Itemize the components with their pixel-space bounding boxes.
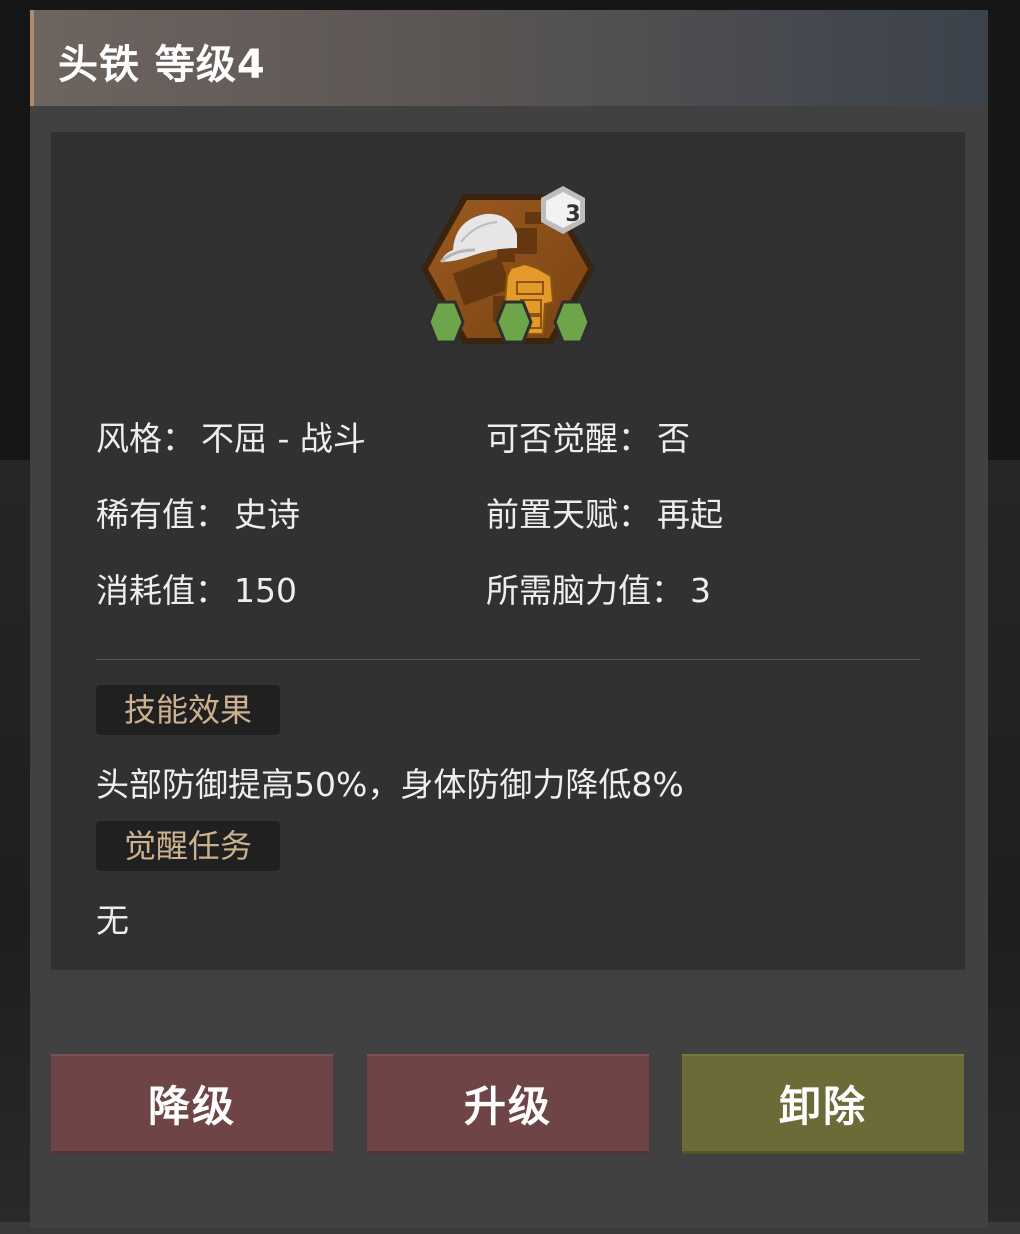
stats-divider — [96, 659, 920, 660]
stat-rarity-value: 史诗 — [234, 495, 300, 534]
stat-awaken: 可否觉醒：否 — [486, 412, 690, 460]
stat-awaken-value: 否 — [657, 419, 690, 458]
awaken-task-tag: 觉醒任务 — [96, 821, 280, 871]
stat-rarity: 稀有值： 史诗 — [96, 488, 300, 536]
downgrade-button[interactable]: 降级 — [51, 1054, 333, 1154]
stat-cost: 消耗值： 150 — [96, 564, 297, 612]
stat-rarity-label: 稀有值： — [96, 495, 228, 534]
stat-prereq-value: 再起 — [657, 495, 723, 534]
stat-prereq: 前置天赋： 再起 — [486, 488, 723, 536]
effect-text: 头部防御提高50%，身体防御力降低8% — [96, 765, 684, 804]
stat-cost-label: 消耗值： — [96, 571, 228, 610]
stat-brain-label: 所需脑力值： — [486, 571, 684, 610]
talent-card: 3 风格： 不屈 - 战斗 可否觉醒：否 稀有值： 史诗 前置天赋： 再起 消耗值： 1… — [51, 132, 965, 970]
stat-brain: 所需脑力值： 3 — [486, 564, 711, 612]
stat-style-label: 风格： — [96, 419, 195, 458]
talent-detail-modal: 头铁 等级4 3 风格： 不屈 - 战斗 可否觉醒： 否 稀有值： 史诗 前置天… — [30, 10, 988, 1228]
remove-button[interactable]: 卸除 — [682, 1054, 964, 1154]
stat-style-value: 不屈 - 战斗 — [201, 419, 366, 458]
upgrade-button[interactable]: 升级 — [367, 1054, 649, 1154]
awaken-task-text: 无 — [96, 901, 129, 940]
modal-header: 头铁 等级4 — [30, 10, 988, 106]
modal-title: 头铁 等级4 — [58, 42, 266, 88]
stat-awaken-label: 可否觉醒： — [486, 419, 651, 458]
stat-brain-value: 3 — [690, 571, 711, 610]
level-badge: 3 — [565, 202, 581, 227]
stat-prereq-label: 前置天赋： — [486, 495, 651, 534]
effect-tag: 技能效果 — [96, 685, 280, 735]
stat-cost-value: 150 — [234, 571, 297, 610]
stat-style: 风格： 不屈 - 战斗 — [96, 412, 366, 460]
